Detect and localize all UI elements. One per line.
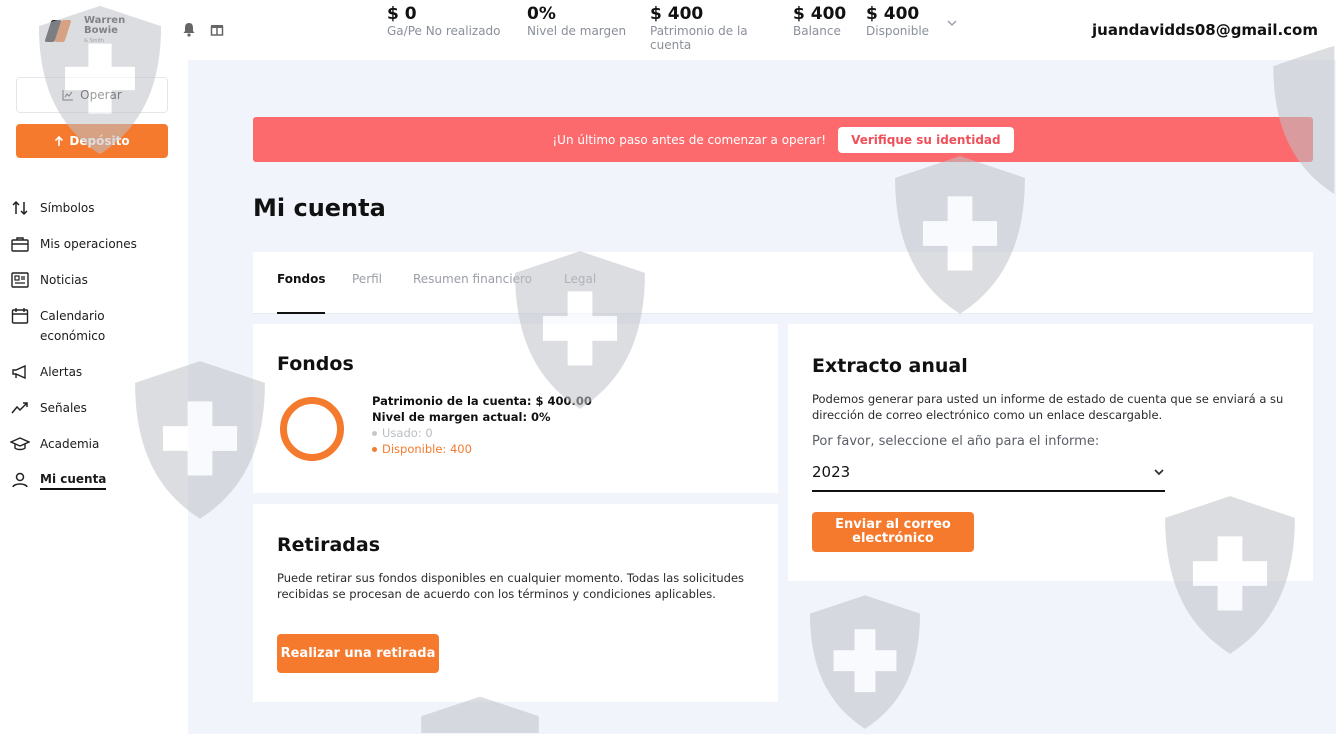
sidebar-nav: Símbolos Mis operaciones Noticias Calend… xyxy=(10,198,180,506)
page-title: Mi cuenta xyxy=(253,194,386,222)
extracto-card: Extracto anual Podemos generar para uste… xyxy=(788,324,1313,581)
stat-margin: 0% Nivel de margen xyxy=(527,4,627,38)
sidebar-item-calendario[interactable]: Calendario económico xyxy=(10,306,180,362)
user-icon xyxy=(12,472,28,488)
sidebar-item-label: Noticias xyxy=(40,273,88,287)
sidebar: Warren Bowie & Smith Operar Depósito Sím… xyxy=(0,0,188,734)
sidebar-item-label: Academia xyxy=(40,437,100,451)
arrow-up-icon xyxy=(55,135,64,146)
tab-resumen-financiero[interactable]: Resumen financiero xyxy=(413,272,532,314)
main-content: ¡Un último paso antes de comenzar a oper… xyxy=(188,60,1336,734)
deposito-button[interactable]: Depósito xyxy=(16,124,168,158)
tab-fondos[interactable]: Fondos xyxy=(277,272,326,314)
send-email-button[interactable]: Enviar al correo electrónico xyxy=(812,512,974,552)
academy-icon xyxy=(10,437,30,451)
megaphone-icon xyxy=(12,364,26,380)
operar-button[interactable]: Operar xyxy=(16,77,168,113)
retiradas-title: Retiradas xyxy=(277,534,381,556)
operar-label: Operar xyxy=(80,88,122,102)
sidebar-item-noticias[interactable]: Noticias xyxy=(10,270,180,306)
sidebar-item-alertas[interactable]: Alertas xyxy=(10,362,180,398)
calendar-icon xyxy=(11,308,29,324)
extracto-title: Extracto anual xyxy=(812,355,968,377)
sidebar-item-academia[interactable]: Academia xyxy=(10,434,180,470)
fondos-card: Fondos Patrimonio de la cuenta: $ 400.00… xyxy=(253,324,778,493)
retiradas-card: Retiradas Puede retirar sus fondos dispo… xyxy=(253,504,778,702)
equity-text: Patrimonio de la cuenta: $ 400.00 xyxy=(372,394,592,408)
logo-mark xyxy=(44,18,78,44)
chart-icon xyxy=(62,90,74,101)
sidebar-item-mis-operaciones[interactable]: Mis operaciones xyxy=(10,234,180,270)
arrows-updown-icon xyxy=(12,200,28,216)
briefcase-icon xyxy=(11,237,29,252)
margin-text: Nivel de margen actual: 0% xyxy=(372,410,551,424)
extracto-description: Podemos generar para usted un informe de… xyxy=(812,392,1284,422)
sidebar-item-mi-cuenta[interactable]: Mi cuenta xyxy=(10,470,180,506)
available-legend: Disponible: 400 xyxy=(372,441,592,457)
stat-available: $ 400 Disponible xyxy=(866,4,930,38)
verify-identity-button[interactable]: Verifique su identidad xyxy=(838,126,1014,153)
sidebar-item-label: Mi cuenta xyxy=(40,470,107,490)
sidebar-item-label: Símbolos xyxy=(40,201,95,215)
funds-info: Patrimonio de la cuenta: $ 400.00 Nivel … xyxy=(372,393,592,457)
logo-text: Warren Bowie & Smith xyxy=(84,15,126,45)
sidebar-item-label: Señales xyxy=(40,401,87,415)
header-bar: $ 0 Ga/Pe No realizado 0% Nivel de marge… xyxy=(183,0,1336,60)
stat-balance: $ 400 Balance xyxy=(793,4,847,38)
chevron-down-icon xyxy=(1154,469,1164,476)
verification-banner: ¡Un último paso antes de comenzar a oper… xyxy=(253,117,1313,162)
withdraw-button[interactable]: Realizar una retirada xyxy=(277,634,439,673)
tab-perfil[interactable]: Perfil xyxy=(352,272,382,314)
year-select-label: Por favor, seleccione el año para el inf… xyxy=(812,434,1100,449)
user-email[interactable]: juandavidds08@gmail.com xyxy=(1092,21,1318,39)
tab-legal[interactable]: Legal xyxy=(564,272,596,314)
chevron-down-icon[interactable] xyxy=(946,17,958,29)
year-select[interactable]: 2023 xyxy=(812,454,1165,492)
header-icons xyxy=(182,21,224,37)
account-tabs: Fondos Perfil Resumen financiero Legal xyxy=(253,252,1313,314)
retiradas-description: Puede retirar sus fondos disponibles en … xyxy=(277,571,745,601)
funds-donut-chart xyxy=(280,397,344,461)
used-legend: Usado: 0 xyxy=(372,425,592,441)
deposito-label: Depósito xyxy=(69,134,130,148)
sidebar-item-simbolos[interactable]: Símbolos xyxy=(10,198,180,234)
sidebar-item-label: Mis operaciones xyxy=(40,237,137,251)
stat-equity: $ 400 Patrimonio de la cuenta xyxy=(650,4,748,52)
brand-logo[interactable]: Warren Bowie & Smith xyxy=(44,15,126,46)
stat-unrealized: $ 0 Ga/Pe No realizado xyxy=(387,4,501,38)
news-icon xyxy=(11,272,29,288)
bell-icon[interactable] xyxy=(182,21,196,37)
sidebar-item-label: Calendario económico xyxy=(40,309,106,343)
fondos-title: Fondos xyxy=(277,353,354,375)
sidebar-item-senales[interactable]: Señales xyxy=(10,398,180,434)
sidebar-item-label: Alertas xyxy=(40,365,83,379)
gift-icon[interactable] xyxy=(210,21,224,37)
banner-text: ¡Un último paso antes de comenzar a oper… xyxy=(552,132,827,147)
year-select-value: 2023 xyxy=(812,463,851,481)
signal-icon xyxy=(11,402,28,414)
